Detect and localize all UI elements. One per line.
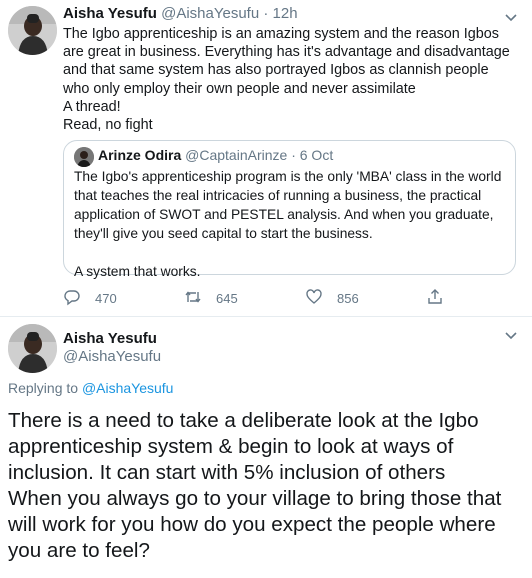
tweet-text: There is a need to take a deliberate loo… xyxy=(8,409,502,562)
reply-button[interactable]: 470 xyxy=(63,288,117,309)
share-icon xyxy=(426,288,444,309)
author-handle[interactable]: @AishaYesufu xyxy=(63,348,161,365)
retweet-icon xyxy=(184,288,202,309)
author-handle[interactable]: @AishaYesufu xyxy=(161,5,259,22)
like-button[interactable]: 856 xyxy=(305,288,359,309)
chevron-down-icon[interactable] xyxy=(504,328,518,347)
quoted-text: The Igbo's apprenticeship program is the… xyxy=(74,169,502,279)
tweet-divider xyxy=(0,316,532,317)
share-button[interactable] xyxy=(426,288,444,309)
quoted-avatar xyxy=(74,147,94,167)
reply-count: 470 xyxy=(95,291,117,306)
avatar-photo xyxy=(8,6,57,55)
retweet-button[interactable]: 645 xyxy=(184,288,238,309)
tweet-text: The Igbo apprenticeship is an amazing sy… xyxy=(63,26,510,134)
quoted-header: Arinze Odira @CaptainArinze · 6 Oct xyxy=(98,147,333,163)
avatar[interactable] xyxy=(8,324,57,373)
quoted-time: 6 Oct xyxy=(299,147,334,163)
replying-prefix: Replying to xyxy=(8,380,79,396)
quoted-author-name: Arinze Odira xyxy=(98,147,182,163)
quoted-author-handle: @CaptainArinze xyxy=(185,147,288,163)
avatar[interactable] xyxy=(8,6,57,55)
avatar-photo xyxy=(8,324,57,373)
quoted-separator: · xyxy=(291,147,296,163)
like-icon xyxy=(305,288,323,309)
retweet-count: 645 xyxy=(216,291,238,306)
reply-icon xyxy=(63,288,81,309)
author-name[interactable]: Aisha Yesufu xyxy=(63,5,157,22)
separator: · xyxy=(263,5,269,22)
like-count: 856 xyxy=(337,291,359,306)
replying-to: Replying to @AishaYesufu xyxy=(8,380,173,396)
tweet-time[interactable]: 12h xyxy=(273,5,298,22)
quoted-tweet[interactable]: Arinze Odira @CaptainArinze · 6 Oct The … xyxy=(63,140,516,279)
tweet-header: Aisha Yesufu @AishaYesufu · 12h xyxy=(63,5,298,22)
author-name[interactable]: Aisha Yesufu xyxy=(63,330,157,347)
replying-to-link[interactable]: @AishaYesufu xyxy=(82,380,174,396)
